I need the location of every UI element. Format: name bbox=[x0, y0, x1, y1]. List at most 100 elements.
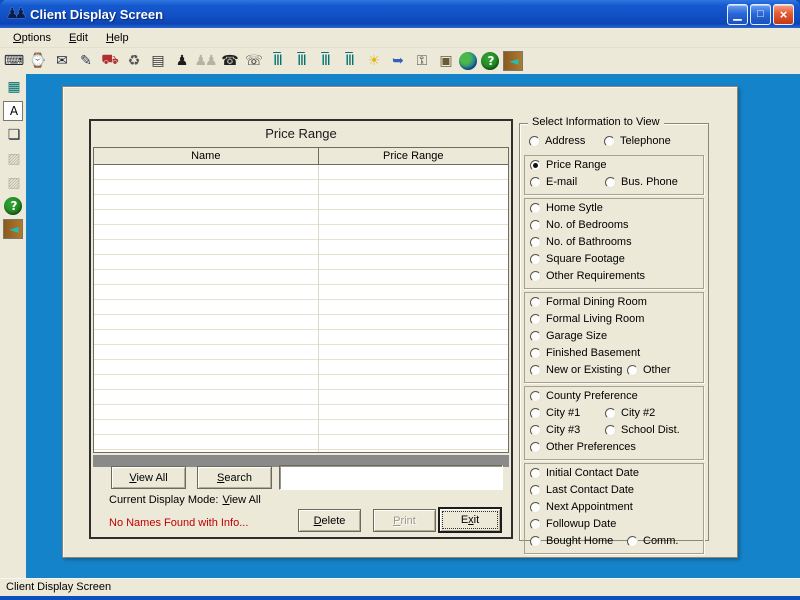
info-row: Initial Contact Date bbox=[529, 466, 699, 483]
car-icon[interactable]: ⛟ bbox=[99, 51, 119, 71]
status-message: No Names Found with Info... bbox=[109, 517, 248, 529]
radio-circle-icon bbox=[530, 237, 541, 248]
view-all-button[interactable]: View All bbox=[111, 466, 186, 489]
radio-followup-date[interactable]: Followup Date bbox=[530, 518, 616, 530]
radio-home-sytle[interactable]: Home Sytle bbox=[530, 202, 603, 214]
radio-label: Other Requirements bbox=[546, 270, 645, 282]
notes-icon[interactable]: ✎ bbox=[75, 51, 95, 71]
radio-formal-dining-room[interactable]: Formal Dining Room bbox=[530, 296, 647, 308]
dialer-icon[interactable]: ☏ bbox=[243, 51, 263, 71]
radio-e-mail[interactable]: E-mail bbox=[530, 176, 577, 188]
radio-no-of-bedrooms[interactable]: No. of Bedrooms bbox=[530, 219, 629, 231]
table-body[interactable] bbox=[93, 165, 509, 453]
radio-city-1[interactable]: City #1 bbox=[530, 407, 580, 419]
radio-initial-contact-date[interactable]: Initial Contact Date bbox=[530, 467, 639, 479]
help-icon[interactable]: ? bbox=[481, 52, 499, 70]
padlock-icon[interactable]: ⚿ bbox=[411, 51, 431, 71]
menu-edit[interactable]: Edit bbox=[60, 30, 97, 46]
cardfile-icon[interactable]: ▤ bbox=[147, 51, 167, 71]
info-row: Square Footage bbox=[529, 252, 699, 269]
building-icon-3[interactable]: Ⅲ bbox=[315, 51, 335, 71]
radio-finished-basement[interactable]: Finished Basement bbox=[530, 347, 640, 359]
spreadsheet-icon[interactable]: ▦ bbox=[3, 77, 23, 97]
font-icon[interactable]: A bbox=[3, 101, 23, 121]
radio-other-requirements[interactable]: Other Requirements bbox=[530, 270, 645, 282]
person-icon[interactable]: ♟ bbox=[171, 51, 191, 71]
minimize-button[interactable]: ▁ bbox=[727, 4, 748, 25]
picture-icon-1[interactable]: ▨ bbox=[3, 149, 23, 169]
search-input[interactable] bbox=[279, 465, 503, 490]
people-icon[interactable]: ♟♟ bbox=[195, 51, 215, 71]
globe-icon[interactable] bbox=[459, 52, 477, 70]
maximize-button[interactable]: □ bbox=[750, 4, 771, 25]
radio-label: New or Existing bbox=[546, 364, 622, 376]
radio-label: Home Sytle bbox=[546, 202, 603, 214]
picture-icon-2[interactable]: ▨ bbox=[3, 173, 23, 193]
search-button[interactable]: Search bbox=[197, 466, 272, 489]
radio-label: No. of Bathrooms bbox=[546, 236, 632, 248]
info-row: Address Telephone bbox=[528, 134, 700, 151]
radio-garage-size[interactable]: Garage Size bbox=[530, 330, 607, 342]
close-button[interactable]: × bbox=[773, 4, 794, 25]
radio-circle-icon bbox=[530, 391, 541, 402]
display-mode-prefix: Current Display Mode: bbox=[109, 494, 218, 506]
radio-label: Last Contact Date bbox=[546, 484, 634, 496]
radio-label: E-mail bbox=[546, 176, 577, 188]
lightbulb-icon[interactable]: ☀ bbox=[363, 51, 383, 71]
client-area: ▦A❏▨▨?◄ Price Range NamePrice Range View… bbox=[0, 74, 800, 578]
radio-label: City #2 bbox=[621, 407, 655, 419]
radio-school-dist[interactable]: School Dist. bbox=[605, 424, 680, 436]
computer-icon[interactable]: ⌨ bbox=[3, 51, 23, 71]
info-section-2: Price Range E-mail Bus. Phone bbox=[524, 155, 704, 195]
exit-door-icon[interactable]: ◄ bbox=[503, 51, 523, 71]
info-row: New or Existing Other bbox=[529, 363, 699, 380]
radio-label: Bought Home bbox=[546, 535, 613, 547]
help-icon[interactable]: ? bbox=[4, 197, 22, 215]
clock-icon[interactable]: ⌚ bbox=[27, 51, 47, 71]
copy-icon[interactable]: ❏ bbox=[3, 125, 23, 145]
radio-price-range[interactable]: Price Range bbox=[530, 159, 607, 171]
radio-label: Formal Living Room bbox=[546, 313, 644, 325]
title-bar[interactable]: ♟♟ Client Display Screen ▁ □ × bbox=[0, 0, 800, 28]
radio-label: School Dist. bbox=[621, 424, 680, 436]
building-icon-4[interactable]: Ⅲ bbox=[339, 51, 359, 71]
phone-icon[interactable]: ☎ bbox=[219, 51, 239, 71]
radio-circle-icon bbox=[530, 331, 541, 342]
exit-door-icon[interactable]: ◄ bbox=[3, 219, 23, 239]
column-header-name[interactable]: Name bbox=[94, 148, 318, 164]
radio-other[interactable]: Other bbox=[627, 364, 671, 376]
info-row: E-mail Bus. Phone bbox=[529, 175, 699, 192]
briefcase-icon[interactable]: ▣ bbox=[435, 51, 455, 71]
radio-circle-icon bbox=[530, 160, 541, 171]
radio-no-of-bathrooms[interactable]: No. of Bathrooms bbox=[530, 236, 632, 248]
radio-last-contact-date[interactable]: Last Contact Date bbox=[530, 484, 634, 496]
menu-options[interactable]: Options bbox=[4, 30, 60, 46]
send-document-icon[interactable]: ➥ bbox=[387, 51, 407, 71]
radio-label: City #3 bbox=[546, 424, 580, 436]
print-button[interactable]: Print bbox=[373, 509, 436, 532]
radio-telephone[interactable]: Telephone bbox=[604, 135, 671, 147]
menu-help[interactable]: Help bbox=[97, 30, 138, 46]
radio-other-preferences[interactable]: Other Preferences bbox=[530, 441, 636, 453]
delete-button[interactable]: Delete bbox=[298, 509, 361, 532]
building-icon-2[interactable]: Ⅲ bbox=[291, 51, 311, 71]
radio-city-3[interactable]: City #3 bbox=[530, 424, 580, 436]
info-section-3: Home Sytle No. of Bedrooms No. of Bathroom… bbox=[524, 198, 704, 289]
radio-address[interactable]: Address bbox=[529, 135, 585, 147]
radio-next-appointment[interactable]: Next Appointment bbox=[530, 501, 633, 513]
trash-icon[interactable]: ♻ bbox=[123, 51, 143, 71]
radio-county-preference[interactable]: County Preference bbox=[530, 390, 638, 402]
radio-city-2[interactable]: City #2 bbox=[605, 407, 655, 419]
column-header-price-range[interactable]: Price Range bbox=[318, 148, 508, 164]
building-icon-1[interactable]: Ⅲ bbox=[267, 51, 287, 71]
radio-bus-phone[interactable]: Bus. Phone bbox=[605, 176, 678, 188]
info-row: No. of Bathrooms bbox=[529, 235, 699, 252]
radio-formal-living-room[interactable]: Formal Living Room bbox=[530, 313, 644, 325]
radio-comm[interactable]: Comm. bbox=[627, 535, 678, 547]
radio-new-or-existing[interactable]: New or Existing bbox=[530, 364, 622, 376]
display-mode-label: Current Display Mode:View All bbox=[109, 494, 261, 506]
exit-button[interactable]: Exit bbox=[438, 507, 502, 533]
radio-square-footage[interactable]: Square Footage bbox=[530, 253, 625, 265]
radio-bought-home[interactable]: Bought Home bbox=[530, 535, 613, 547]
envelope-icon[interactable]: ✉ bbox=[51, 51, 71, 71]
